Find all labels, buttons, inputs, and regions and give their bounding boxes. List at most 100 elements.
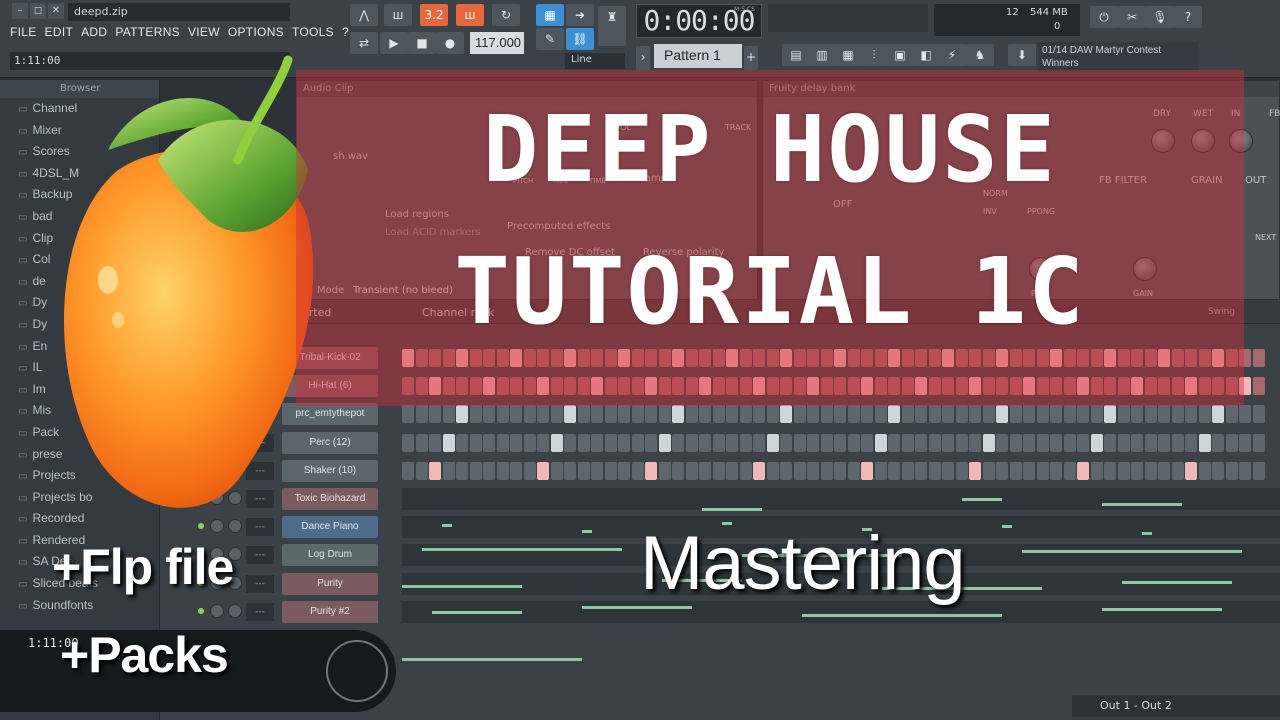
output-routing[interactable]: Out 1 - Out 2 [1072, 695, 1280, 717]
step-button[interactable] [429, 433, 441, 452]
step-button[interactable] [591, 433, 603, 452]
step-button[interactable] [955, 461, 968, 480]
step-button[interactable] [955, 433, 968, 452]
step-button[interactable] [780, 433, 792, 452]
step-button[interactable] [442, 405, 455, 424]
step-button[interactable] [861, 405, 873, 424]
step-button[interactable] [645, 461, 657, 480]
step-button[interactable] [658, 461, 671, 480]
channel-name-button[interactable]: Purity #2 [282, 600, 378, 623]
step-button[interactable] [469, 461, 482, 480]
step-button[interactable] [982, 433, 995, 452]
piano-roll-icon[interactable]: ▥ [808, 44, 836, 66]
step-button[interactable] [1185, 461, 1197, 480]
step-button[interactable] [712, 461, 725, 480]
news-panel[interactable]: 01/14 DAW Martyr Contest Winners [1038, 42, 1198, 72]
step-button[interactable] [1144, 433, 1157, 452]
record-icon[interactable]: ● [436, 32, 464, 54]
step-button[interactable] [1144, 405, 1157, 424]
step-button[interactable] [469, 433, 482, 452]
step-button[interactable] [969, 433, 981, 452]
step-button[interactable] [1104, 433, 1116, 452]
step-button[interactable] [901, 405, 914, 424]
step-button[interactable] [1212, 461, 1224, 480]
step-button[interactable] [1036, 405, 1049, 424]
step-button[interactable] [1117, 433, 1130, 452]
step-button[interactable] [1023, 461, 1035, 480]
step-button[interactable] [915, 405, 927, 424]
step-button[interactable] [1225, 461, 1238, 480]
menu-options[interactable]: OPTIONS [228, 25, 284, 39]
step-button[interactable] [847, 433, 860, 452]
step-button[interactable] [942, 461, 954, 480]
step-button[interactable] [550, 461, 563, 480]
step-button[interactable] [550, 405, 563, 424]
close-icon[interactable]: ✕ [48, 3, 64, 19]
step-button[interactable] [820, 433, 833, 452]
step-button[interactable] [753, 461, 765, 480]
step-button[interactable] [955, 405, 968, 424]
step-button[interactable] [1050, 405, 1062, 424]
step-button[interactable] [699, 461, 711, 480]
step-button[interactable] [861, 461, 873, 480]
step-button[interactable] [820, 461, 833, 480]
step-button[interactable] [1144, 461, 1157, 480]
step-button[interactable] [618, 405, 630, 424]
step-button[interactable] [793, 433, 806, 452]
step-button[interactable] [564, 433, 576, 452]
channel-pan-knob[interactable] [210, 603, 224, 618]
step-button[interactable] [658, 405, 671, 424]
step-button[interactable] [1171, 461, 1184, 480]
step-button[interactable] [1077, 461, 1089, 480]
step-button[interactable] [1009, 433, 1022, 452]
step-button[interactable] [780, 405, 792, 424]
step-button[interactable] [766, 405, 779, 424]
step-button[interactable] [1090, 433, 1103, 452]
step-button[interactable] [645, 433, 657, 452]
restore-icon[interactable]: ◻ [30, 3, 46, 19]
step-button[interactable] [1225, 433, 1238, 452]
step-button[interactable] [1050, 433, 1062, 452]
step-button[interactable] [469, 405, 482, 424]
pencil-icon[interactable]: ✎ [536, 28, 564, 50]
step-button[interactable] [996, 433, 1008, 452]
step-button[interactable] [1239, 461, 1251, 480]
step-button[interactable] [631, 405, 644, 424]
step-button[interactable] [1158, 461, 1170, 480]
play-icon[interactable]: ▶ [380, 32, 408, 54]
menu-tools[interactable]: TOOLS [292, 25, 334, 39]
step-button[interactable] [1252, 349, 1265, 367]
step-button[interactable] [847, 461, 860, 480]
step-button[interactable] [699, 433, 711, 452]
step-button[interactable] [1023, 433, 1035, 452]
step-button[interactable] [1198, 433, 1211, 452]
step-button[interactable] [442, 433, 455, 452]
step-button[interactable] [942, 405, 954, 424]
step-button[interactable] [834, 461, 846, 480]
arrow-icon[interactable]: ➜ [566, 4, 594, 26]
step-button[interactable] [699, 405, 711, 424]
step-button[interactable] [1036, 461, 1049, 480]
step-button[interactable] [672, 433, 684, 452]
step-button[interactable] [969, 461, 981, 480]
step-button[interactable] [753, 405, 765, 424]
step-button[interactable] [874, 405, 887, 424]
step-button[interactable] [402, 405, 414, 424]
step-button[interactable] [645, 405, 657, 424]
song-mode-icon[interactable]: ⇄ [350, 32, 378, 54]
step-button[interactable] [1104, 461, 1116, 480]
step-button[interactable] [415, 461, 428, 480]
step-button[interactable] [834, 405, 846, 424]
step-button[interactable] [631, 461, 644, 480]
step-button[interactable] [672, 405, 684, 424]
step-button[interactable] [510, 461, 522, 480]
step-button[interactable] [1158, 433, 1170, 452]
step-button[interactable] [888, 405, 900, 424]
step-button[interactable] [780, 461, 792, 480]
step-button[interactable] [915, 433, 927, 452]
step-button[interactable] [537, 461, 549, 480]
step-button[interactable] [942, 433, 954, 452]
channel-mixer-track[interactable]: --- [246, 602, 274, 621]
step-button[interactable] [429, 461, 441, 480]
step-button[interactable] [820, 405, 833, 424]
